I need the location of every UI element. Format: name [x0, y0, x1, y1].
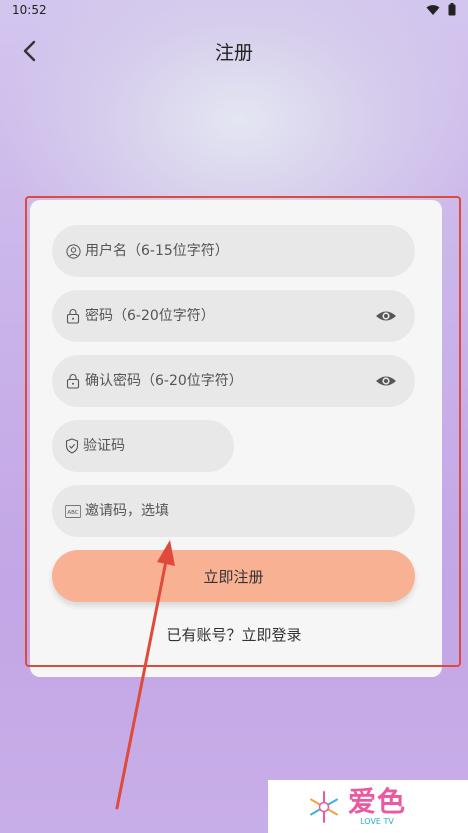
page-title: 注册	[214, 42, 253, 64]
wifi-icon	[426, 4, 440, 15]
watermark-text: 爱色	[348, 784, 407, 818]
status-time: 10:52	[12, 3, 47, 17]
verification-code-input[interactable]	[83, 438, 257, 454]
shield-icon	[65, 438, 79, 454]
snowflake-logo-icon	[310, 790, 338, 823]
lock-icon	[65, 308, 81, 324]
username-field[interactable]	[52, 225, 415, 277]
eye-icon[interactable]	[375, 371, 397, 391]
verification-code-field[interactable]	[52, 420, 257, 472]
battery-icon	[448, 3, 456, 16]
password-input[interactable]	[85, 308, 415, 324]
confirm-password-field[interactable]	[52, 355, 415, 407]
login-link[interactable]: 已有账号？立即登录	[166, 626, 301, 644]
watermark-subtext: LOVE TV	[360, 816, 394, 826]
username-input[interactable]	[85, 243, 415, 259]
invite-code-field[interactable]: ABC	[52, 485, 415, 537]
status-icons	[426, 3, 456, 16]
eye-icon[interactable]	[375, 306, 397, 326]
abc-icon: ABC	[65, 503, 81, 519]
register-button[interactable]: 立即注册	[52, 550, 415, 602]
login-link-row: 已有账号？立即登录	[0, 624, 468, 645]
lock-icon	[65, 373, 81, 389]
invite-code-input[interactable]	[85, 503, 415, 519]
password-field[interactable]	[52, 290, 415, 342]
user-icon	[65, 243, 81, 259]
confirm-password-input[interactable]	[85, 373, 415, 389]
svg-text:ABC: ABC	[67, 510, 78, 516]
watermark: 爱色 LOVE TV	[268, 780, 468, 833]
status-bar: 10:52	[0, 0, 468, 22]
